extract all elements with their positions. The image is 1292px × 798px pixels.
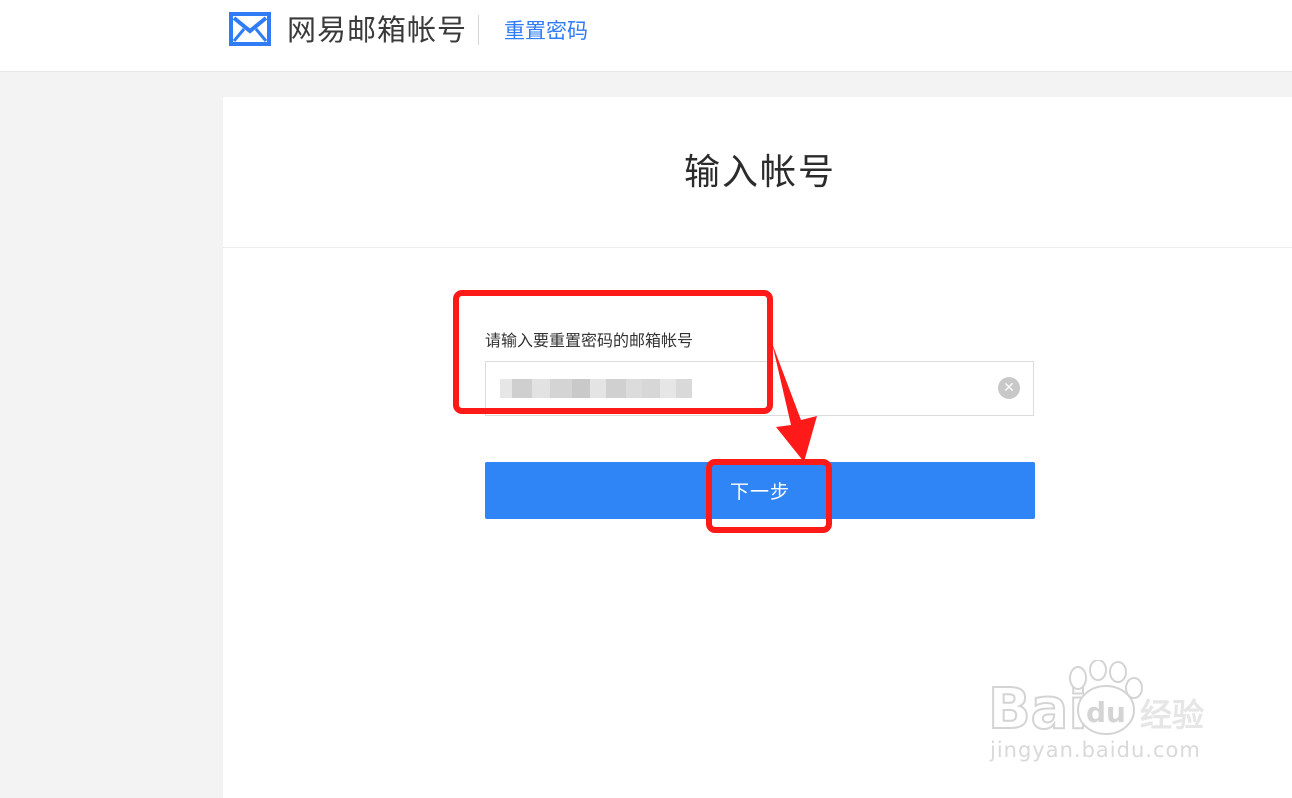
brand-title: 网易邮箱帐号 [287, 13, 468, 47]
account-field-label: 请输入要重置密码的邮箱帐号 [485, 331, 694, 350]
account-input-box[interactable]: ✕ [485, 361, 1034, 417]
header-divider [478, 15, 479, 45]
clear-icon[interactable]: ✕ [998, 377, 1020, 399]
watermark-url: jingyan.baidu.com [990, 738, 1201, 762]
svg-text:du: du [1086, 696, 1126, 729]
panel-divider [223, 247, 1292, 248]
top-bar: 网易邮箱帐号 重置密码 [0, 0, 1292, 72]
next-step-button[interactable]: 下一步 [485, 462, 1035, 519]
reset-password-link[interactable]: 重置密码 [504, 15, 588, 47]
watermark-brand-cn: 经验 [1140, 696, 1205, 734]
masked-account-text [500, 379, 692, 398]
page-title: 输入帐号 [683, 152, 836, 193]
mail-logo-icon [229, 12, 271, 46]
